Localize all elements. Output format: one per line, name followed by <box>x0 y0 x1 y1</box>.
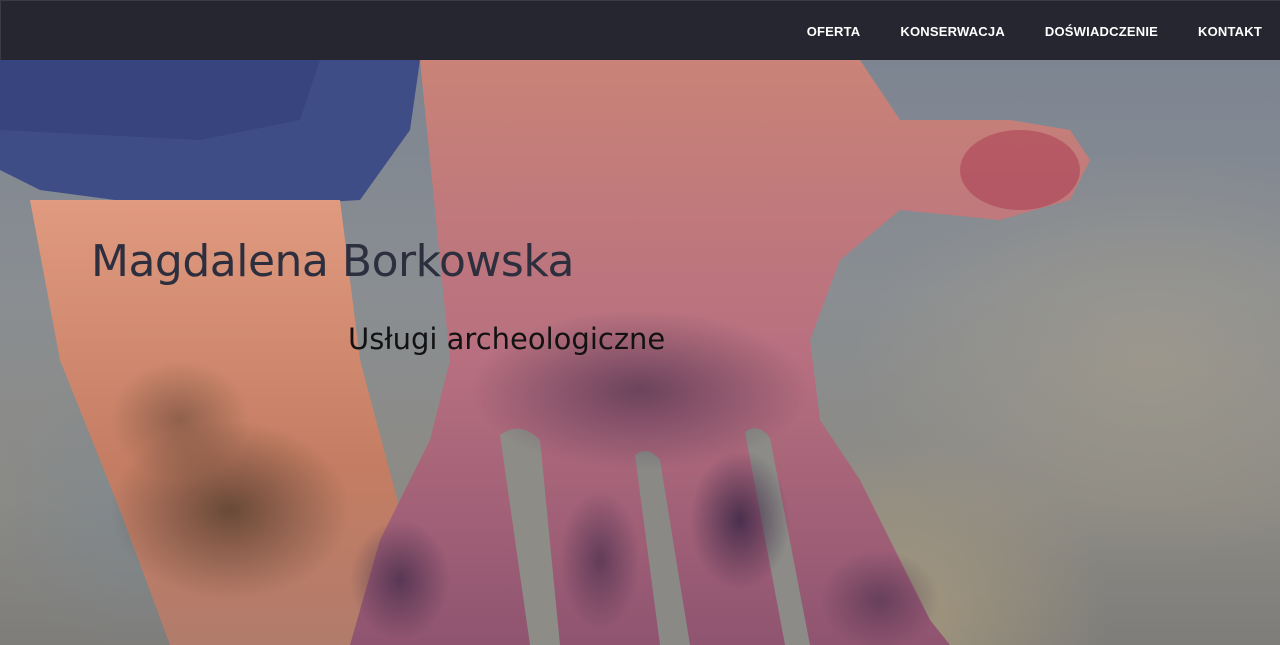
hero-section: Magdalena Borkowska Usługi archeologiczn… <box>0 60 1280 645</box>
nav-item-kontakt[interactable]: KONTAKT <box>1198 24 1262 39</box>
nav-item-oferta[interactable]: OFERTA <box>807 24 861 39</box>
top-navbar: OFERTA KONSERWACJA DOŚWIADCZENIE KONTAKT <box>0 0 1280 60</box>
nav-item-doswiadczenie[interactable]: DOŚWIADCZENIE <box>1045 24 1158 39</box>
hero-subtitle: Usługi archeologiczne <box>348 322 666 356</box>
nav-menu: OFERTA KONSERWACJA DOŚWIADCZENIE KONTAKT <box>767 1 1262 61</box>
hero-title: Magdalena Borkowska <box>91 236 575 287</box>
nav-item-konserwacja[interactable]: KONSERWACJA <box>900 24 1005 39</box>
